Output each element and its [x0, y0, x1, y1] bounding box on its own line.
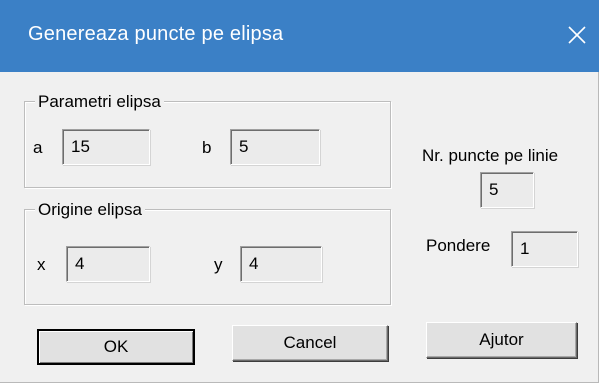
- window-title: Genereaza puncte pe elipsa: [28, 23, 284, 45]
- cancel-button[interactable]: Cancel: [232, 325, 388, 361]
- pondere-label: Pondere: [426, 236, 491, 255]
- b-label: b: [202, 138, 212, 157]
- parametri-elipsa-label: Parametri elipsa: [35, 92, 164, 112]
- close-button[interactable]: [562, 20, 592, 50]
- x-label: x: [37, 255, 46, 274]
- pondere-field[interactable]: 1: [511, 231, 578, 267]
- y-field[interactable]: 4: [240, 246, 322, 282]
- title-bar[interactable]: Genereaza puncte pe elipsa: [0, 0, 599, 72]
- close-icon: [562, 20, 592, 50]
- a-field[interactable]: 15: [62, 129, 150, 165]
- y-label: y: [214, 255, 223, 274]
- puncte-label: Nr. puncte pe linie: [422, 146, 559, 165]
- dialog-window: Genereaza puncte pe elipsa Parametri eli…: [0, 0, 599, 383]
- a-label: a: [33, 138, 43, 157]
- x-field[interactable]: 4: [66, 246, 150, 282]
- origine-elipsa-label: Origine elipsa: [35, 200, 145, 220]
- puncte-field[interactable]: 5: [480, 172, 534, 208]
- ok-button[interactable]: OK: [37, 329, 195, 365]
- help-button[interactable]: Ajutor: [426, 322, 577, 358]
- b-field[interactable]: 5: [230, 129, 320, 165]
